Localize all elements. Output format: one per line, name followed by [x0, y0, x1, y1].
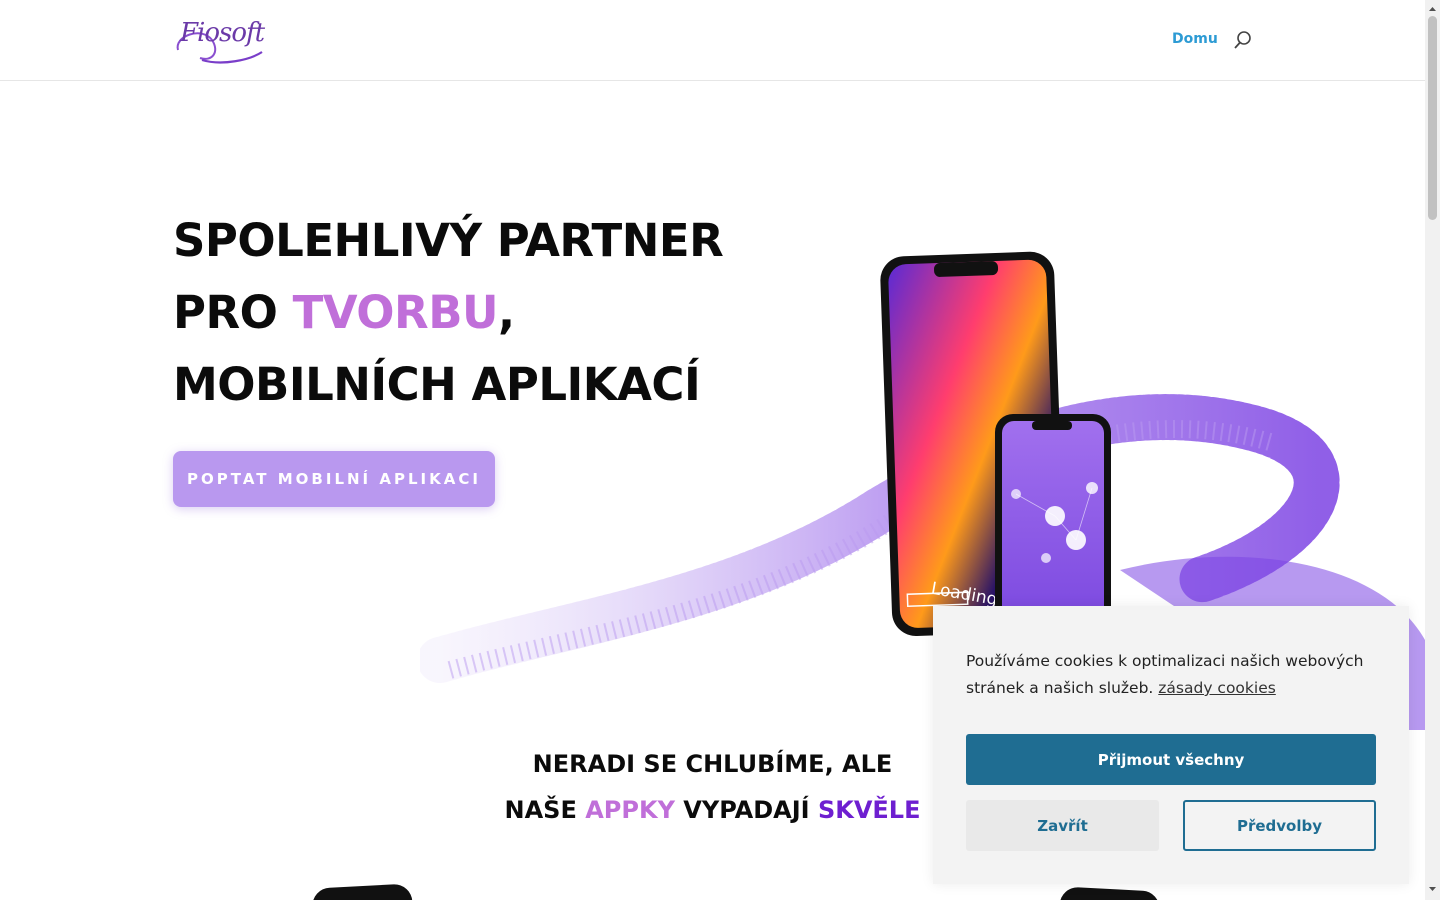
search-icon[interactable] [1233, 30, 1253, 50]
scroll-up-icon[interactable] [1425, 4, 1440, 14]
section-heading-middle: VYPADAJÍ [674, 796, 818, 824]
phone-preview-left [311, 883, 413, 900]
section-heading-prefix: NAŠE [504, 796, 586, 824]
logo-text: Fiosoft [180, 18, 265, 48]
phone-small [995, 414, 1111, 630]
section-heading-accent-2: SKVĚLE [817, 796, 921, 824]
cookie-banner: Používáme cookies k optimalizaci našich … [933, 606, 1409, 884]
scroll-down-icon[interactable] [1425, 884, 1440, 894]
page-scrollbar[interactable] [1425, 0, 1440, 900]
preferences-button[interactable]: Předvolby [1183, 800, 1376, 851]
site-header: Fiosoft Domu [0, 0, 1425, 81]
close-button[interactable]: Zavřít [966, 800, 1159, 851]
scrollbar-thumb[interactable] [1428, 16, 1437, 220]
section-heading-accent-1: APPKY [585, 796, 675, 824]
accept-all-button[interactable]: Přijmout všechny [966, 734, 1376, 785]
phone-preview-right [1059, 886, 1161, 900]
cookie-message: Používáme cookies k optimalizaci našich … [966, 648, 1386, 702]
hero-line-2-prefix: PRO [173, 286, 293, 339]
nav-link-home[interactable]: Domu [1172, 31, 1218, 47]
cookie-policy-link[interactable]: zásady cookies [1158, 679, 1276, 697]
logo[interactable]: Fiosoft [172, 14, 268, 66]
